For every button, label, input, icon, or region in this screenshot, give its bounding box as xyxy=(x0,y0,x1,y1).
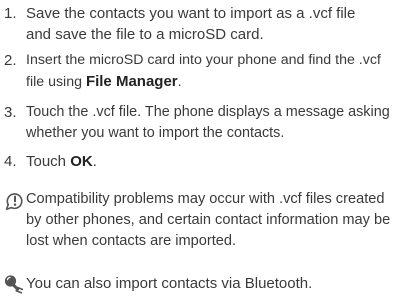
text-run: Touch xyxy=(26,153,71,170)
step-text: Touch the .vcf file. The phone displays … xyxy=(26,102,403,144)
lightbulb-tip-icon xyxy=(3,274,25,294)
step-2: 2. Insert the microSD card into your pho… xyxy=(0,50,405,94)
step-1: 1. Save the contacts you want to import … xyxy=(0,3,405,47)
info-note-icon xyxy=(5,191,25,211)
step-line: Insert the microSD card into your phone … xyxy=(26,52,381,68)
step-number: 3. xyxy=(4,104,17,121)
step-number: 1. xyxy=(4,5,17,22)
note-line: Compatibility problems may occur with .v… xyxy=(26,191,385,207)
step-line: Touch the .vcf file. The phone displays … xyxy=(26,104,390,120)
app-name-file-manager: File Manager xyxy=(85,73,178,90)
text-run: file using xyxy=(26,74,86,90)
note-text: Compatibility problems may occur with .v… xyxy=(26,189,403,252)
compatibility-note: Compatibility problems may occur with .v… xyxy=(0,189,405,255)
step-number: 2. xyxy=(4,52,17,69)
step-text: Touch OK. xyxy=(26,151,403,172)
step-line: and save the file to a microSD card. xyxy=(26,26,264,43)
step-number: 4. xyxy=(4,153,17,170)
step-3: 3. Touch the .vcf file. The phone displa… xyxy=(0,102,405,146)
tip-text: You can also import contacts via Bluetoo… xyxy=(26,275,313,292)
note-line: lost when contacts are imported. xyxy=(26,233,237,249)
step-text: Insert the microSD card into your phone … xyxy=(26,50,403,93)
text-run: . xyxy=(177,74,182,90)
instructions-page: 1. Save the contacts you want to import … xyxy=(0,0,405,296)
step-text: Save the contacts you want to import as … xyxy=(26,3,403,45)
button-name-ok: OK xyxy=(70,153,93,170)
step-line: Save the contacts you want to import as … xyxy=(26,5,356,22)
step-4: 4. Touch OK. xyxy=(0,151,405,173)
text-run: . xyxy=(92,153,97,170)
note-line: by other phones, and certain contact inf… xyxy=(26,212,391,228)
step-line: whether you want to import the contacts. xyxy=(26,125,285,141)
bluetooth-tip: You can also import contacts via Bluetoo… xyxy=(0,273,405,295)
step-line: file using File Manager. xyxy=(26,71,403,93)
